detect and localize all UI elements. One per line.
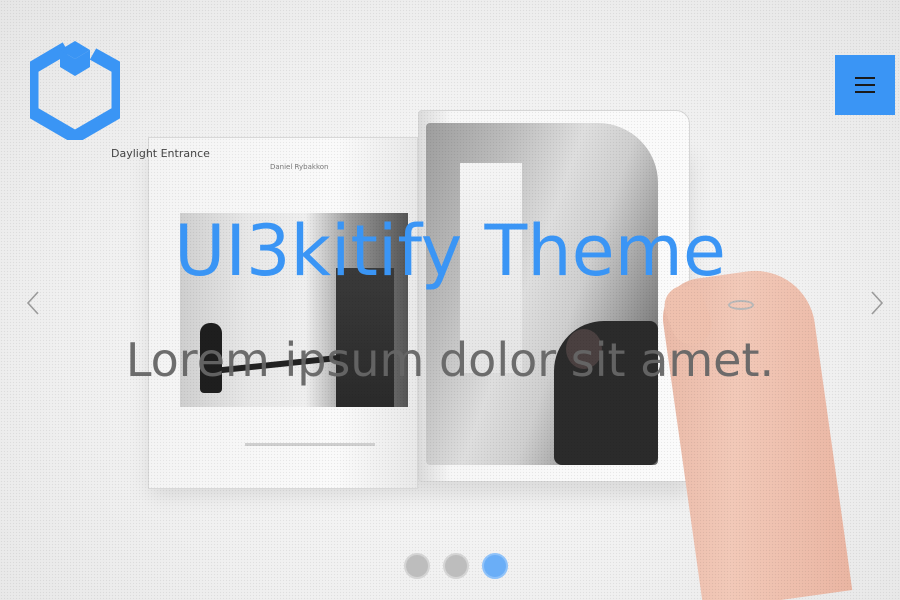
magazine-photo [140,95,700,495]
hero-subtitle: Lorem ipsum dolor sit amet. [125,333,775,387]
magazine-caption-line [245,443,375,446]
slide-indicators [404,553,508,579]
hamburger-icon-line [855,84,875,86]
site-logo[interactable] [25,40,125,145]
slide-dot-3-active[interactable] [482,553,508,579]
magazine-right-photo [426,123,658,465]
hamburger-icon-line [855,91,875,93]
previous-slide-button[interactable] [18,288,48,318]
slide-dot-2[interactable] [443,553,469,579]
hamburger-icon-line [855,77,875,79]
ring-image [728,300,754,310]
magazine-author: Daniel Rybakkon [270,163,329,171]
magazine-title: Daylight Entrance [111,147,210,160]
chevron-left-icon [26,291,39,315]
next-slide-button[interactable] [862,288,892,318]
hero-title: UI3kitify Theme [174,210,726,292]
chevron-right-icon [871,291,884,315]
slide-dot-1[interactable] [404,553,430,579]
hero-banner: Daylight Entrance Daniel Rybakkon [0,0,900,600]
menu-button[interactable] [835,55,895,115]
hexagon-logo-icon [25,41,125,145]
